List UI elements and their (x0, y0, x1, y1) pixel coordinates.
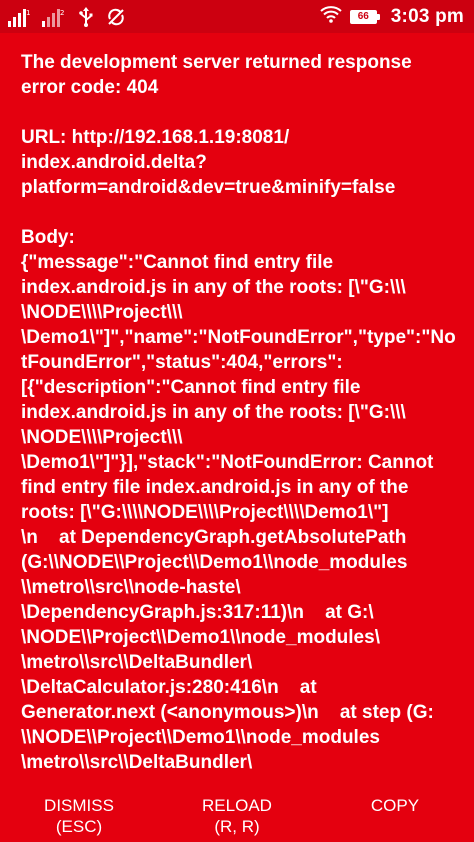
dismiss-button[interactable]: DISMISS (ESC) (9, 795, 149, 837)
signal-bars-icon: 1 (8, 7, 30, 27)
error-body-line: \\NODE\\Project\\Demo1\\node_modules (21, 727, 380, 748)
reload-button-label: RELOAD (202, 796, 272, 815)
dismiss-button-label: DISMISS (44, 796, 114, 815)
redbox-error-screen: 1 2 66 3:03 pm The development server re… (0, 0, 474, 842)
error-body-line: roots: [\"G:\\\\NODE\\\\Project\\\\Demo1… (21, 502, 389, 523)
error-response-body: Body: {"message":"Cannot find entry file… (21, 225, 461, 775)
copy-button-label: COPY (370, 796, 420, 815)
svg-text:1: 1 (26, 9, 30, 17)
action-button-bar: DISMISS (ESC) RELOAD (R, R) COPY (0, 782, 474, 842)
error-heading-line: error code: 404 (21, 77, 159, 98)
error-body-line: tFoundError","status":404,"errors": (21, 352, 343, 373)
reload-button-shortcut: (R, R) (214, 817, 260, 836)
error-message: The development server returned response… (21, 50, 461, 775)
error-body-line: \\metro\\src\\node-haste\ (21, 577, 241, 598)
error-body-line: index.android.js in any of the roots: [\… (21, 277, 406, 298)
error-body-line: Generator.next (<anonymous>)\n at step (… (21, 702, 434, 723)
error-body-line: index.android.js in any of the roots: [\… (21, 402, 406, 423)
error-body-line: {"message":"Cannot find entry file (21, 252, 334, 273)
error-heading: The development server returned response… (21, 50, 461, 100)
error-body-line: \metro\\src\\DeltaBundler\ (21, 652, 253, 673)
error-body-line: \n at DependencyGraph.getAbsolutePath (21, 527, 407, 548)
svg-text:2: 2 (60, 9, 64, 17)
error-body-line: (G:\\NODE\\Project\\Demo1\\node_modules (21, 552, 408, 573)
status-bar-clock: 3:03 pm (390, 5, 464, 27)
error-body-line: \NODE\\\\Project\\\ (21, 427, 183, 448)
error-body-line: \DeltaCalculator.js:280:416\n at (21, 677, 317, 698)
error-body-line: Body: (21, 227, 75, 248)
copy-button[interactable]: COPY (325, 795, 465, 816)
error-body-line: \Demo1\"]","name":"NotFoundError","type"… (21, 327, 456, 348)
no-sync-icon (106, 7, 126, 27)
usb-icon (78, 7, 94, 27)
signal-bars-2-icon: 2 (42, 7, 66, 27)
error-body-line: \Demo1\"]"}],"stack":"NotFoundError: Can… (21, 452, 434, 473)
error-body-line: \DependencyGraph.js:317:11)\n at G:\ (21, 602, 374, 623)
error-heading-line: The development server returned response (21, 52, 412, 73)
error-url-line: URL: http://192.168.1.19:8081/ (21, 127, 290, 148)
reload-button[interactable]: RELOAD (R, R) (167, 795, 307, 837)
error-url-line: index.android.delta? (21, 152, 207, 173)
error-url: URL: http://192.168.1.19:8081/ index.and… (21, 125, 461, 200)
dismiss-button-shortcut: (ESC) (55, 817, 103, 836)
error-body-line: [{"description":"Cannot find entry file (21, 377, 361, 398)
error-body-line: find entry file index.android.js in any … (21, 477, 409, 498)
error-url-line: platform=android&dev=true&minify=false (21, 177, 396, 198)
error-body-line: \metro\\src\\DeltaBundler\ (21, 752, 253, 773)
status-bar-left-icons: 1 2 (8, 6, 126, 28)
battery-icon: 66 (349, 9, 380, 24)
error-body-line: \NODE\\\\Project\\\ (21, 302, 183, 323)
status-bar: 1 2 66 3:03 pm (0, 0, 474, 33)
status-bar-right-icons: 66 3:03 pm (320, 4, 464, 29)
error-body-line: \NODE\\Project\\Demo1\\node_modules\ (21, 627, 380, 648)
wifi-icon (320, 5, 342, 28)
